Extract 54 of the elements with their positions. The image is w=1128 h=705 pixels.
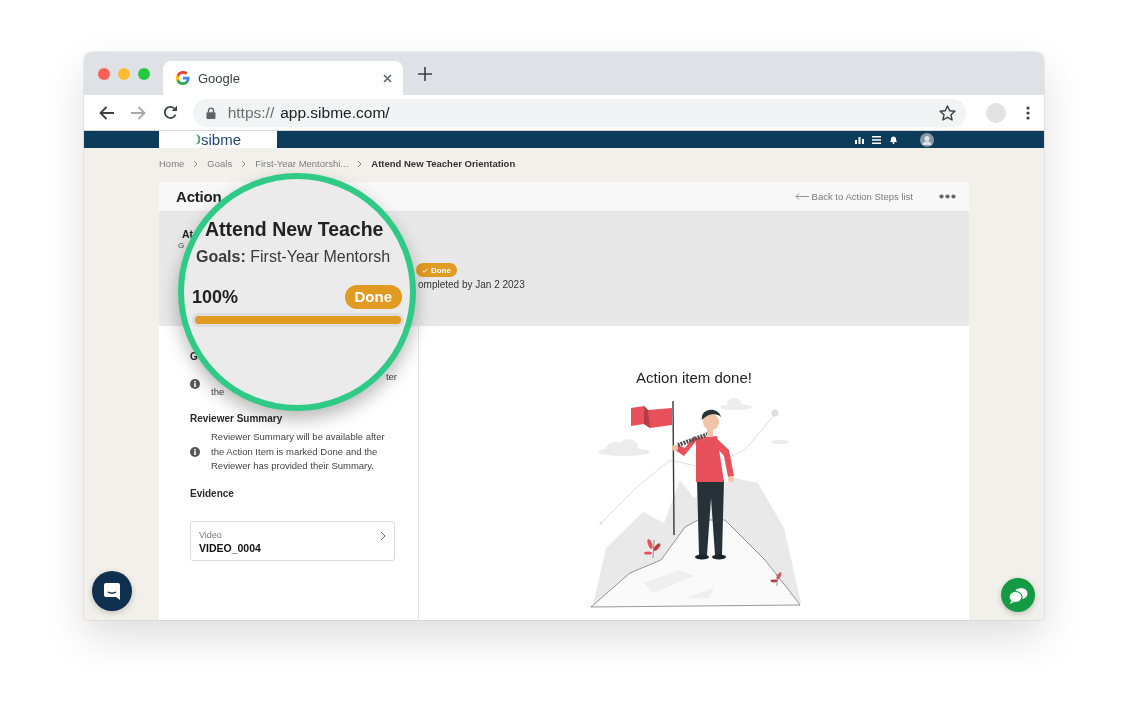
arrow-left-icon [794, 193, 809, 200]
progress-percent: 100% [192, 286, 239, 308]
status-badge: Done [416, 263, 457, 277]
more-vertical-icon [1026, 105, 1031, 120]
star-icon [939, 104, 957, 121]
breadcrumb-link[interactable]: Home [159, 158, 185, 170]
logo-tile[interactable]: sibme [159, 131, 277, 148]
back-link[interactable]: Back to Action Steps list [794, 191, 913, 202]
arrow-right-icon [131, 105, 147, 120]
speech-bubbles-icon [1008, 586, 1028, 604]
evidence-item[interactable]: Video VIDEO_0004 [190, 520, 395, 561]
chevron-right-icon [380, 530, 386, 541]
breadcrumb-link[interactable]: Goals [207, 158, 233, 170]
g-logo-icon [176, 71, 190, 85]
browser-tab[interactable]: Google [163, 61, 403, 95]
bookmark-star-button[interactable] [939, 104, 957, 121]
breadcrumb-link[interactable]: First-Year Mentorshi... [255, 158, 349, 170]
new-tab-button[interactable] [417, 65, 433, 82]
check-icon [422, 267, 428, 273]
magnified-title: Attend New Teache [205, 217, 384, 241]
reload-icon [163, 105, 179, 120]
close-icon [382, 73, 392, 83]
chat-bubble-icon [103, 581, 121, 601]
section-heading: Evidence [190, 486, 234, 501]
completed-date-text: ompleted by Jan 2 2023 [418, 279, 525, 290]
magnified-goals-text: Goals: First-Year Mentorsh [196, 247, 391, 267]
goals-text-fragment: G [178, 241, 185, 251]
info-icon [190, 446, 200, 457]
crescent-icon [195, 134, 200, 145]
plus-icon [418, 66, 432, 81]
chevron-right-icon [193, 160, 199, 168]
item-title-fragment: At [182, 228, 194, 241]
user-avatar-icon[interactable] [920, 132, 934, 147]
bell-icon[interactable] [889, 135, 898, 144]
lock-icon [205, 106, 216, 119]
arrow-left-icon [99, 105, 115, 120]
status-badge: Done [344, 285, 402, 309]
bar-chart-icon[interactable] [855, 135, 864, 144]
list-icon[interactable] [872, 135, 881, 144]
chevron-right-icon [357, 160, 363, 168]
current-page-label: Attend New Teacher Orientation [371, 158, 516, 170]
info-text: Reviewer Summary will be available after the Action Item is marked Done and the Reviewer has provided their Summary. [211, 430, 386, 473]
address-bar[interactable]: https:// app.sibme.com/ [192, 98, 967, 127]
info-icon [190, 379, 200, 389]
info-text-fragment: ter [385, 370, 397, 384]
section-heading: Reviewer Summary [190, 412, 283, 426]
avatar-circle-icon [986, 102, 1007, 123]
more-options-button[interactable] [939, 194, 956, 199]
card-title: Action [176, 188, 222, 205]
chevron-right-icon [241, 160, 247, 168]
completion-message: Action item done! [636, 369, 752, 387]
logo-wordmark: sibme [201, 131, 241, 148]
more-horizontal-icon [939, 194, 956, 199]
info-text-fragment: the [211, 385, 225, 399]
